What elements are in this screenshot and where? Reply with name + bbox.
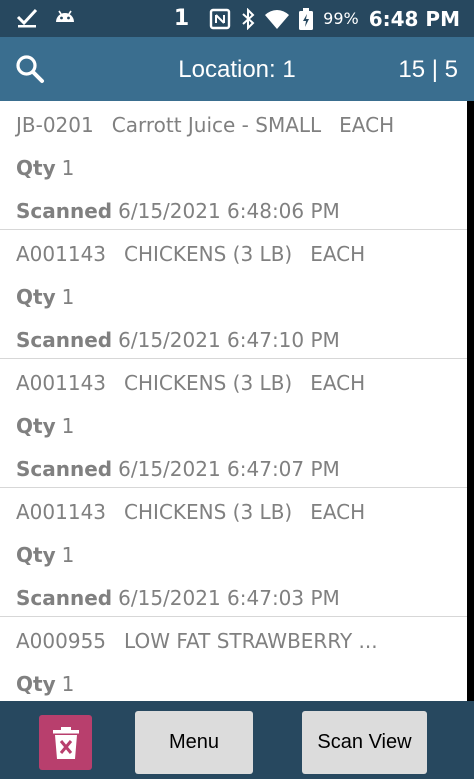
item-scanned-row: Scanned 6/15/2021 6:47:10 PM [16, 328, 340, 352]
status-bar-right: 1 99% 6:48 PM [174, 0, 460, 37]
item-unit: EACH [310, 242, 366, 266]
qty-label: Qty [16, 156, 56, 180]
item-unit: EACH [310, 500, 366, 524]
qty-value: 1 [61, 285, 75, 309]
item-unit: EACH [339, 113, 395, 137]
item-qty-row: Qty 1 [16, 285, 74, 309]
item-description: JB-0201 Carrott Juice - SMALL EACH [16, 113, 412, 137]
item-description: A001143 CHICKENS (3 LB) EACH [16, 242, 383, 266]
trash-icon [52, 726, 79, 759]
nfc-icon [209, 8, 231, 29]
android-icon [56, 10, 74, 22]
scan-view-button[interactable]: Scan View [302, 711, 427, 774]
item-name: LOW FAT STRAWBERRY ... [124, 629, 378, 653]
list-item[interactable]: A001143 CHICKENS (3 LB) EACH Qty 1 Scanned 6… [0, 488, 467, 617]
item-name: CHICKENS (3 LB) [124, 371, 293, 395]
scanned-value: 6/15/2021 6:48:06 PM [118, 199, 340, 223]
item-code: A000955 [16, 629, 107, 653]
scanned-value: 6/15/2021 6:47:10 PM [118, 328, 340, 352]
list-item[interactable]: A001143 CHICKENS (3 LB) EACH Qty 1 Scanned 6… [0, 359, 467, 488]
bottom-toolbar: Menu Scan View [0, 701, 474, 779]
scrollbar-track [467, 101, 474, 701]
item-name: CHICKENS (3 LB) [124, 500, 293, 524]
list-item[interactable]: JB-0201 Carrott Juice - SMALL EACH Qty 1 Sc… [0, 101, 467, 230]
scanned-label: Scanned [16, 586, 113, 610]
item-name: Carrott Juice - SMALL [111, 113, 322, 137]
qty-label: Qty [16, 672, 56, 696]
item-description: A000955 LOW FAT STRAWBERRY ... [16, 629, 414, 653]
scanned-value: 6/15/2021 6:47:07 PM [118, 457, 340, 481]
qty-label: Qty [16, 285, 56, 309]
clock: 6:48 PM [368, 6, 460, 31]
qty-label: Qty [16, 543, 56, 567]
qty-value: 1 [61, 543, 75, 567]
qty-value: 1 [61, 156, 75, 180]
scanned-value: 6/15/2021 6:47:03 PM [118, 586, 340, 610]
item-qty-row: Qty 1 [16, 672, 74, 696]
item-qty-row: Qty 1 [16, 414, 74, 438]
item-code: A001143 [16, 242, 107, 266]
item-code: JB-0201 [16, 113, 94, 137]
item-code: A001143 [16, 371, 107, 395]
item-name: CHICKENS (3 LB) [124, 242, 293, 266]
check-download-icon [16, 8, 38, 28]
notification-count: 1 [173, 6, 190, 31]
item-code: A001143 [16, 500, 107, 524]
status-bar-left [16, 6, 76, 28]
item-scanned-row: Scanned 6/15/2021 6:48:06 PM [16, 199, 340, 223]
menu-button[interactable]: Menu [135, 711, 253, 774]
item-count: 15 | 5 [398, 56, 458, 83]
item-scanned-row: Scanned 6/15/2021 6:47:07 PM [16, 457, 340, 481]
item-description: A001143 CHICKENS (3 LB) EACH [16, 371, 383, 395]
delete-button[interactable] [39, 715, 92, 770]
scanned-label: Scanned [16, 199, 113, 223]
app-bar: Location: 1 15 | 5 [0, 37, 474, 101]
status-bar: 1 99% 6:48 PM [0, 0, 474, 37]
item-description: A001143 CHICKENS (3 LB) EACH [16, 500, 383, 524]
list-item[interactable]: A000955 LOW FAT STRAWBERRY ... Qty 1 [0, 617, 467, 701]
bluetooth-icon [242, 7, 255, 30]
item-scanned-row: Scanned 6/15/2021 6:47:03 PM [16, 586, 340, 610]
item-qty-row: Qty 1 [16, 156, 74, 180]
scan-list[interactable]: JB-0201 Carrott Juice - SMALL EACH Qty 1 Sc… [0, 101, 467, 701]
qty-value: 1 [61, 414, 75, 438]
battery-icon [299, 7, 314, 30]
qty-label: Qty [16, 414, 56, 438]
scanned-label: Scanned [16, 328, 113, 352]
item-qty-row: Qty 1 [16, 543, 74, 567]
battery-percent: 99% [323, 9, 359, 28]
item-unit: EACH [310, 371, 366, 395]
wifi-icon [265, 9, 290, 29]
scanned-label: Scanned [16, 457, 113, 481]
qty-value: 1 [61, 672, 75, 696]
list-item[interactable]: A001143 CHICKENS (3 LB) EACH Qty 1 Scanned 6… [0, 230, 467, 359]
